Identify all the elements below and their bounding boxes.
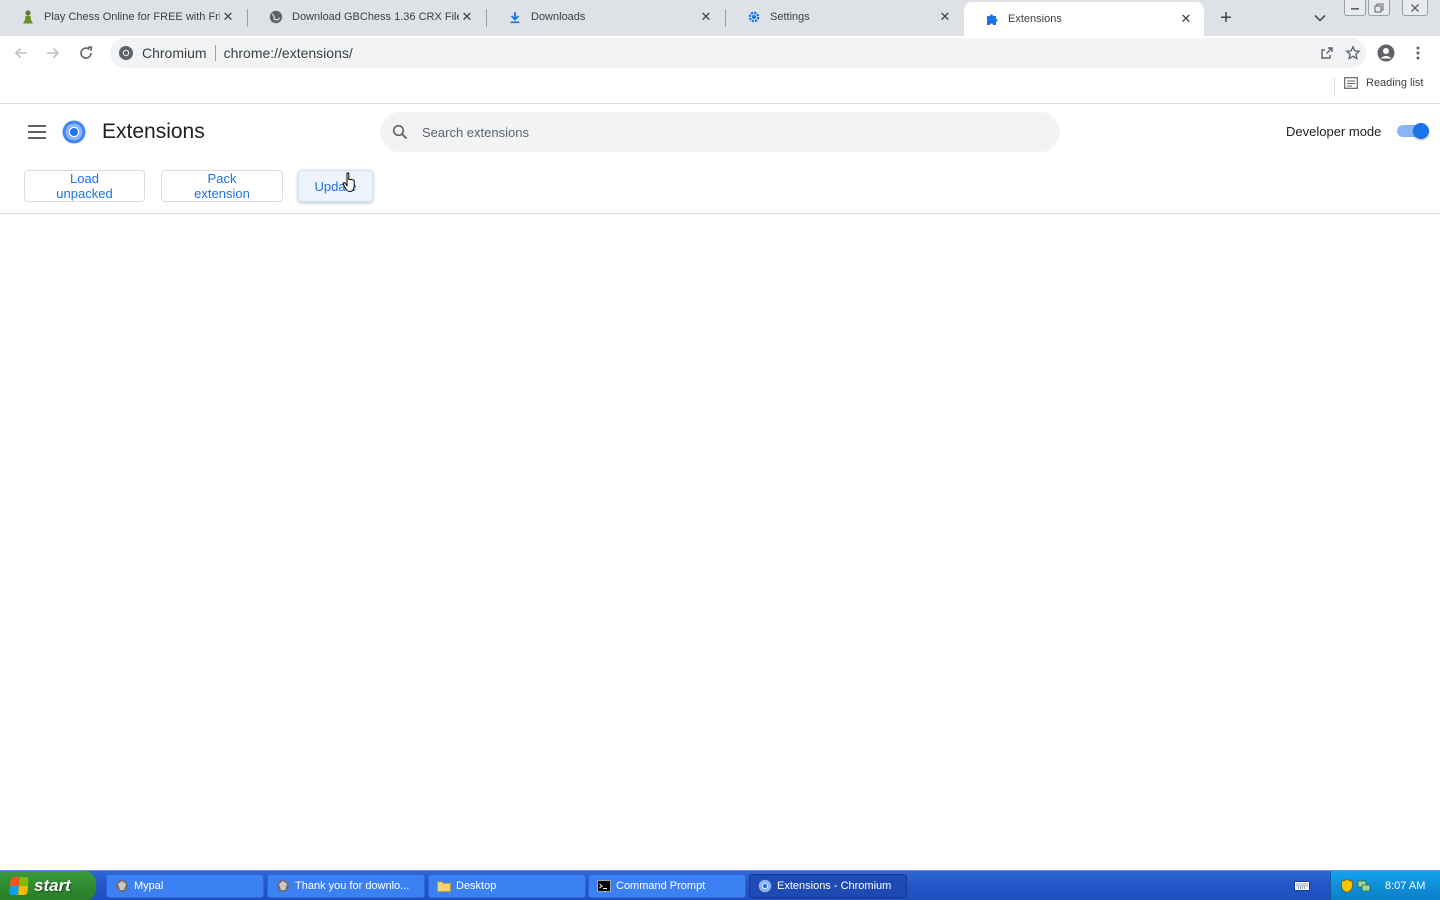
hamburger-menu-icon [28,125,46,139]
taskbar-label: Command Prompt [616,880,706,892]
minimize-button[interactable] [1344,0,1366,16]
url-text[interactable]: chrome://extensions/ [224,45,353,61]
download-icon [507,9,523,25]
developer-mode-label: Developer mode [1286,124,1382,139]
taskbar-item-command-prompt[interactable]: Command Prompt [588,874,746,898]
clock[interactable]: 8:07 AM [1385,880,1425,892]
reading-list-icon [1344,77,1358,89]
reload-icon [80,46,93,59]
start-button[interactable]: start [0,871,96,900]
browser-menu-button[interactable] [1405,40,1431,66]
search-input[interactable] [422,124,1022,140]
restore-button[interactable] [1368,0,1390,16]
profile-button[interactable] [1373,40,1399,66]
cmd-icon [597,879,611,893]
site-chip[interactable]: Chromium [118,45,207,61]
reading-list-button[interactable]: Reading list [1344,77,1423,89]
hand-cursor-icon [342,172,355,193]
tab-downloads[interactable]: Downloads ✕ [487,0,724,34]
globe-icon [268,9,284,25]
chromium-icon [758,879,772,893]
close-icon[interactable]: ✕ [1178,11,1194,27]
network-icon[interactable] [1357,879,1371,893]
tab-strip: Play Chess Online for FREE with Fri ✕ Do… [0,0,1440,36]
close-icon[interactable]: ✕ [459,9,475,25]
chromium-logo-icon [62,120,86,144]
chromium-icon [119,46,133,60]
developer-mode-toggle[interactable] [1397,123,1429,139]
profile-icon [1377,44,1395,62]
share-icon[interactable] [1314,40,1340,66]
start-label: start [34,876,71,895]
taskbar-label: Desktop [456,880,497,892]
close-icon[interactable]: ✕ [220,9,236,25]
pack-extension-button[interactable]: Pack extension [161,170,283,202]
windows-taskbar: start Mypal Thank you for downlo... Desk… [0,870,1440,900]
close-window-button[interactable] [1402,0,1428,16]
tab-title: Downloads [531,11,586,23]
back-arrow-icon [14,47,27,59]
extensions-header: Extensions Developer mode [0,104,1440,160]
search-box[interactable] [380,112,1060,152]
bookmarks-separator [1334,78,1335,96]
tab-title: Extensions [1008,13,1062,25]
tab-search-chevron-icon[interactable] [1310,8,1330,28]
mypal-icon [115,879,129,893]
tab-gbchess[interactable]: Download GBChess 1.36 CRX File fo ✕ [248,0,485,34]
address-bar[interactable]: Chromium chrome://extensions/ [110,38,1366,68]
reading-list-label: Reading list [1366,77,1424,89]
security-shield-icon[interactable] [1341,879,1353,893]
toggle-knob [1413,123,1429,139]
new-tab-button[interactable]: + [1214,6,1238,30]
close-icon[interactable]: ✕ [937,9,953,25]
search-icon [392,124,408,140]
tab-settings[interactable]: Settings ✕ [726,0,963,34]
tab-extensions[interactable]: Extensions ✕ [964,2,1204,36]
tab-title: Play Chess Online for FREE with Fri [44,11,220,23]
taskbar-item-thank-you[interactable]: Thank you for downlo... [267,874,425,898]
kebab-menu-icon [1416,46,1420,60]
forward-arrow-icon [47,47,60,59]
gear-icon [746,9,762,25]
extensions-page: Extensions Developer mode Load unpacked … [0,104,1440,870]
mypal-icon [276,879,290,893]
load-unpacked-button[interactable]: Load unpacked [24,170,145,202]
tab-chess[interactable]: Play Chess Online for FREE with Fri ✕ [0,0,246,34]
taskbar-label: Mypal [134,880,164,892]
developer-toolbar: Load unpacked Pack extension Update [0,160,1440,214]
taskbar-label: Thank you for downlo... [295,880,410,892]
keyboard-language-icon[interactable] [1294,879,1310,893]
page-title: Extensions [102,120,205,143]
system-tray: 8:07 AM [1330,871,1440,900]
taskbar-item-desktop[interactable]: Desktop [428,874,586,898]
puzzle-icon [984,11,1000,27]
tab-title: Settings [770,11,810,23]
taskbar-label: Extensions - Chromium [777,880,892,892]
back-button[interactable] [8,40,34,66]
omnibox-separator [214,45,216,61]
forward-button[interactable] [40,40,66,66]
site-name: Chromium [142,45,207,61]
taskbar-item-mypal[interactable]: Mypal [106,874,264,898]
chess-pawn-icon [20,9,36,25]
bookmarks-bar: Reading list [0,70,1440,104]
close-icon[interactable]: ✕ [698,9,714,25]
browser-toolbar: Chromium chrome://extensions/ [0,36,1440,70]
folder-icon [437,879,451,893]
main-menu-button[interactable] [24,120,50,144]
omnibox-actions [1314,38,1366,68]
bookmark-star-icon[interactable] [1340,40,1366,66]
reload-button[interactable] [73,40,99,66]
windows-flag-icon [9,877,29,895]
taskbar-item-extensions-chromium[interactable]: Extensions - Chromium [749,874,907,898]
tab-title: Download GBChess 1.36 CRX File fo [292,11,459,23]
update-button[interactable]: Update [298,170,373,202]
